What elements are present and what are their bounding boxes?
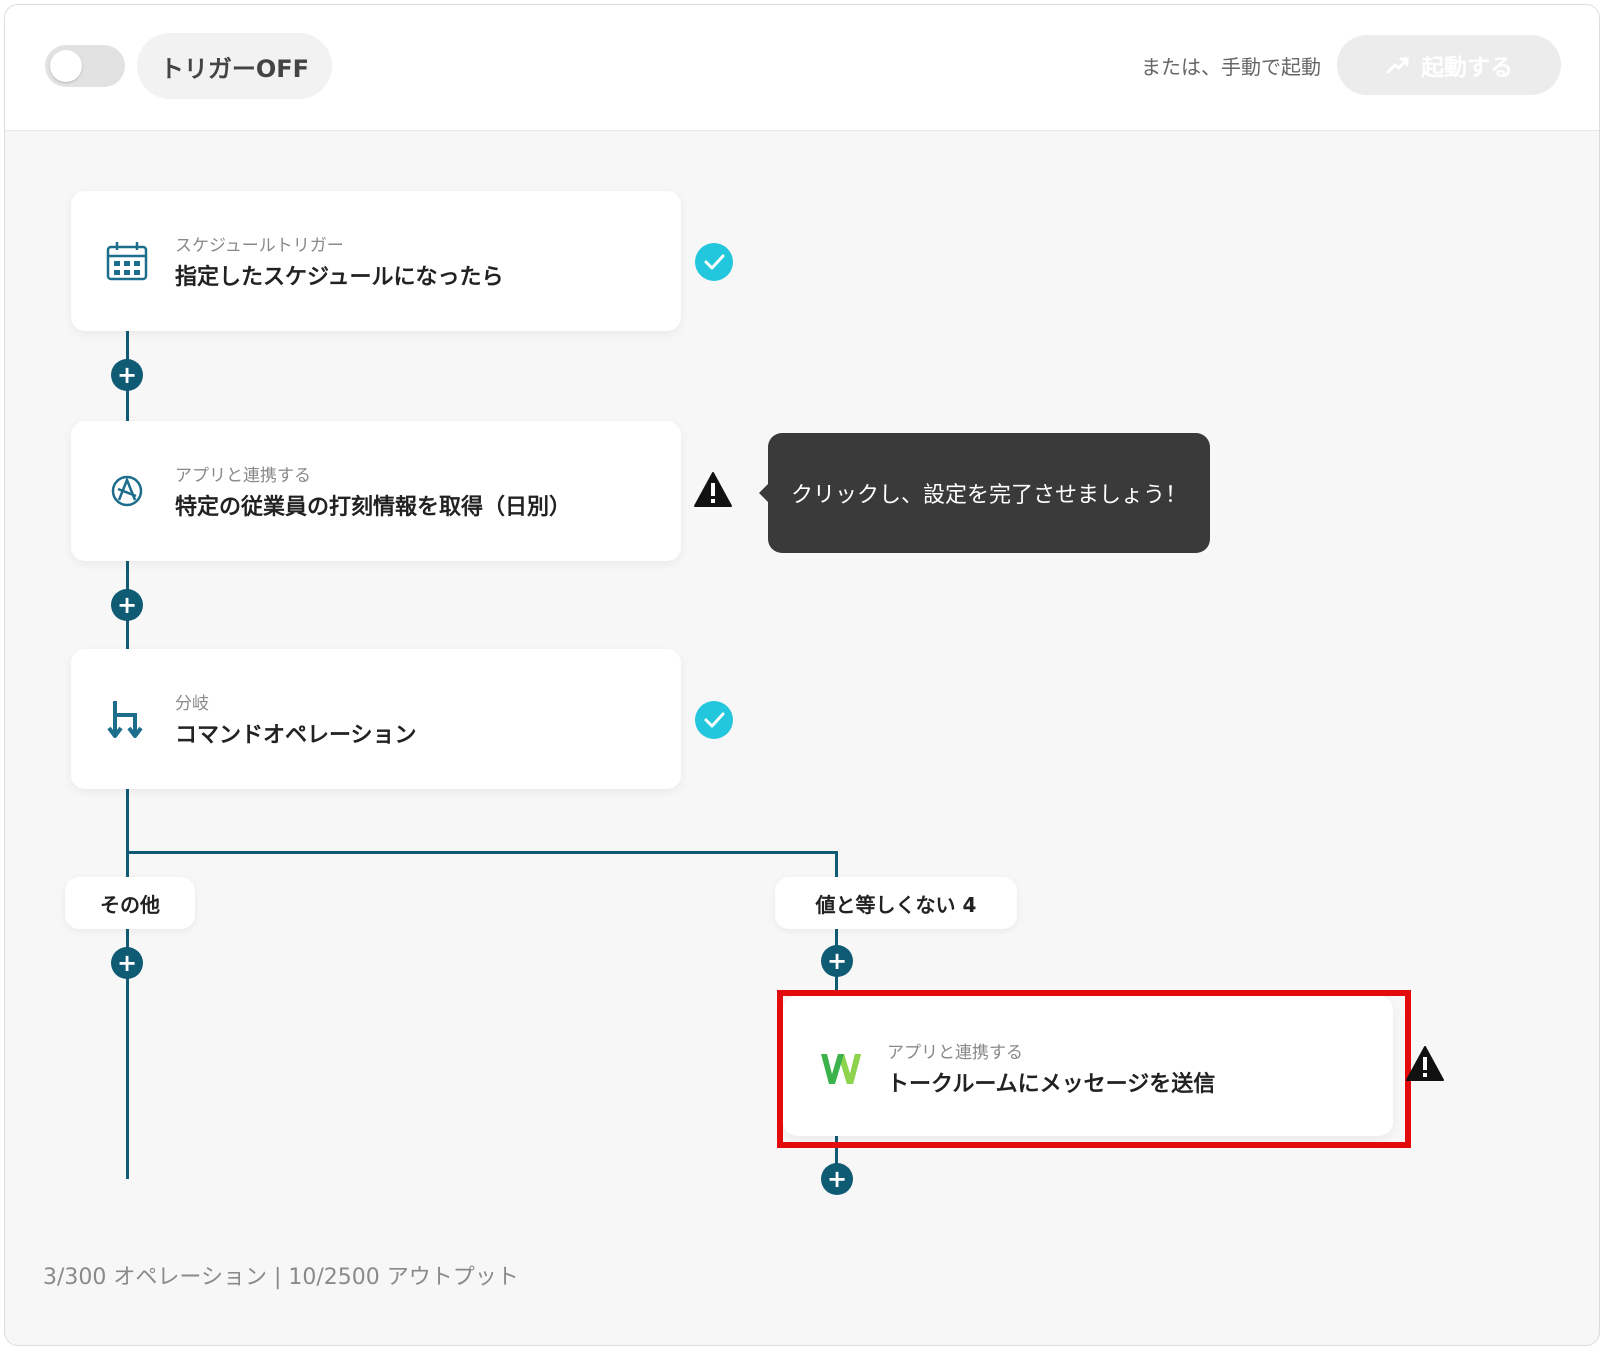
trigger-toggle[interactable] — [45, 45, 125, 87]
start-button[interactable]: 起動する — [1337, 35, 1561, 95]
setup-tooltip: クリックし、設定を完了させましょう！ — [759, 433, 1210, 553]
top-bar: トリガーOFF または、手動で起動 起動する — [5, 5, 1599, 131]
branch-label-other[interactable]: その他 — [65, 877, 195, 929]
app-logo-icon — [111, 475, 143, 507]
warning-icon — [1406, 1046, 1444, 1081]
branch-connector-line — [126, 851, 838, 854]
highlight-frame — [777, 990, 1411, 1148]
trigger-status-label: トリガーOFF — [137, 33, 332, 99]
flow-editor: トリガーOFF または、手動で起動 起動する スケジュールトリガー 指定したスケ… — [4, 4, 1600, 1346]
launch-icon — [1386, 57, 1409, 74]
branch-icon — [107, 701, 143, 738]
step-card-schedule-trigger[interactable]: スケジュールトリガー 指定したスケジュールになったら — [71, 191, 681, 331]
warning-icon — [694, 472, 732, 507]
add-step-button[interactable]: + — [111, 359, 143, 391]
step-card-get-attendance[interactable]: アプリと連携する 特定の従業員の打刻情報を取得（日別） — [71, 421, 681, 561]
step-title: 特定の従業員の打刻情報を取得（日別） — [175, 495, 572, 520]
step-category: 分岐 — [175, 694, 209, 714]
step-title: コマンドオペレーション — [175, 723, 417, 748]
add-step-button[interactable]: + — [111, 947, 143, 979]
add-step-button[interactable]: + — [111, 589, 143, 621]
start-button-label: 起動する — [1421, 55, 1513, 81]
step-title: 指定したスケジュールになったら — [175, 265, 504, 290]
connector-line — [126, 789, 129, 1179]
tooltip-arrow — [759, 483, 769, 503]
status-complete-icon — [695, 701, 733, 739]
tooltip-text: クリックし、設定を完了させましょう！ — [790, 483, 1187, 508]
step-category: アプリと連携する — [175, 466, 311, 486]
step-card-branch[interactable]: 分岐 コマンドオペレーション — [71, 649, 681, 789]
add-step-button[interactable]: + — [821, 1163, 853, 1195]
toggle-knob — [50, 50, 82, 82]
status-complete-icon — [695, 243, 733, 281]
step-category: スケジュールトリガー — [175, 236, 344, 256]
manual-start-label: または、手動で起動 — [1141, 55, 1321, 79]
usage-footer: 3/300 オペレーション | 10/2500 アウトプット — [43, 1265, 519, 1290]
branch-label-not-equal[interactable]: 値と等しくない 4 — [775, 877, 1017, 929]
calendar-schedule-icon — [106, 242, 148, 281]
add-step-button[interactable]: + — [821, 945, 853, 977]
